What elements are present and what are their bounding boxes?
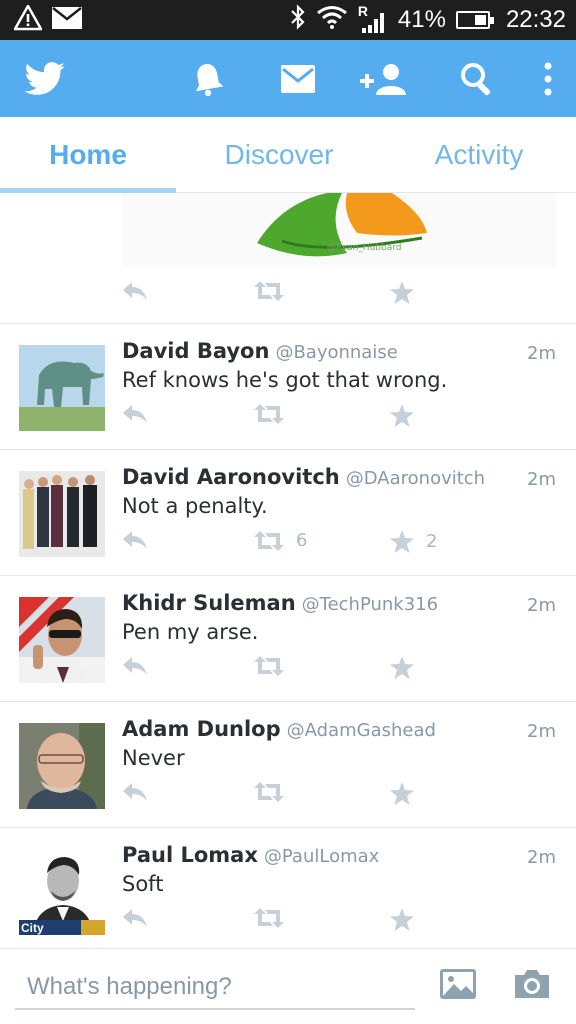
favorite-button[interactable] [390, 404, 426, 427]
tweet-actions [0, 656, 576, 686]
add-user-icon[interactable] [358, 40, 408, 117]
app-bar [0, 40, 576, 117]
author-handle: @PaulLomax [263, 846, 380, 867]
tweet-actions [0, 281, 576, 311]
author-handle: @AdamGashead [286, 720, 436, 741]
author-name: David Aaronovitch [122, 465, 340, 489]
tweet-author[interactable]: David Aaronovitch @DAaronovitch [122, 465, 485, 489]
tab-bar: Home Discover Activity [0, 117, 576, 193]
tab-home[interactable]: Home [0, 117, 176, 193]
author-name: Khidr Suleman [122, 591, 296, 615]
twitter-bird-icon[interactable] [22, 40, 68, 117]
tweet-timestamp: 2m [527, 343, 556, 364]
timeline[interactable]: @Ryan_Hubbard David Bayon @Bayonnaise 2m … [0, 193, 576, 948]
tweet-text: Never [122, 746, 185, 770]
tweet-timestamp: 2m [527, 847, 556, 868]
clock: 22:32 [505, 6, 566, 33]
tweet-actions: 6 2 [0, 530, 576, 560]
reply-button[interactable] [122, 908, 148, 928]
signal-icon: R [358, 3, 388, 33]
tweet-row[interactable]: Khidr Suleman @TechPunk316 2m Pen my arse… [0, 576, 576, 702]
tweet-text: Pen my arse. [122, 620, 259, 644]
retweet-button[interactable] [254, 782, 296, 802]
image-watermark: @Ryan_Hubbard [327, 243, 402, 253]
retweet-button[interactable] [254, 908, 296, 928]
favorite-button[interactable] [390, 656, 426, 679]
camera-icon[interactable] [512, 967, 552, 1001]
tweet-actions [0, 782, 576, 812]
retweet-button[interactable] [254, 404, 296, 424]
retweet-button[interactable] [254, 656, 296, 676]
tweet-author[interactable]: Adam Dunlop @AdamGashead [122, 717, 436, 741]
favorite-count: 2 [426, 531, 438, 552]
favorite-button[interactable] [390, 782, 426, 805]
search-icon[interactable] [458, 40, 496, 117]
author-name: Paul Lomax [122, 843, 258, 867]
tweet-text: Ref knows he's got that wrong. [122, 368, 448, 392]
tweet-actions [0, 908, 576, 938]
wifi-icon [316, 5, 348, 36]
reply-button[interactable] [122, 404, 148, 424]
favorite-button[interactable]: 2 [390, 530, 437, 553]
favorite-button[interactable] [390, 281, 414, 304]
tweet-author[interactable]: Khidr Suleman @TechPunk316 [122, 591, 438, 615]
author-handle: @DAaronovitch [345, 468, 486, 489]
tweet-author[interactable]: Paul Lomax @PaulLomax [122, 843, 379, 867]
retweet-button[interactable]: 6 [254, 530, 307, 551]
tweet-partial[interactable]: @Ryan_Hubbard [0, 193, 576, 324]
tweet-timestamp: 2m [527, 595, 556, 616]
tweet-author[interactable]: David Bayon @Bayonnaise [122, 339, 398, 363]
reply-button[interactable] [122, 782, 148, 802]
overflow-menu-icon[interactable] [538, 40, 558, 117]
messages-envelope-icon[interactable] [280, 40, 316, 117]
tweet-row[interactable]: David Aaronovitch @DAaronovitch 2m Not a … [0, 450, 576, 576]
author-handle: @TechPunk316 [301, 594, 439, 615]
author-name: David Bayon [122, 339, 270, 363]
compose-bar: What's happening? [0, 948, 576, 1024]
tweet-row[interactable]: Adam Dunlop @AdamGashead 2m Never [0, 702, 576, 828]
reply-button[interactable] [122, 281, 148, 301]
favorite-button[interactable] [390, 908, 426, 931]
mail-notification-icon [52, 7, 82, 33]
tab-activity[interactable]: Activity [382, 117, 576, 193]
tweet-row[interactable]: City Paul Lomax @PaulLomax 2m Soft [0, 828, 576, 948]
status-bar: R 41% 22:32 [0, 0, 576, 40]
bluetooth-icon [290, 3, 306, 37]
tweet-timestamp: 2m [527, 469, 556, 490]
add-photo-icon[interactable] [438, 967, 478, 1001]
retweet-button[interactable] [254, 281, 284, 301]
reply-button[interactable] [122, 656, 148, 676]
tab-discover[interactable]: Discover [176, 117, 382, 193]
author-name: Adam Dunlop [122, 717, 281, 741]
reply-button[interactable] [122, 530, 148, 550]
tweet-text: Soft [122, 872, 164, 896]
tweet-text: Not a penalty. [122, 494, 268, 518]
retweet-count: 6 [296, 530, 308, 551]
tweet-actions [0, 404, 576, 434]
compose-tweet-input[interactable]: What's happening? [15, 965, 415, 1010]
author-handle: @Bayonnaise [275, 342, 398, 363]
battery-percent: 41% [397, 6, 446, 33]
tweet-row[interactable]: David Bayon @Bayonnaise 2m Ref knows he's… [0, 324, 576, 450]
logo-image [257, 193, 427, 257]
tweet-image[interactable]: @Ryan_Hubbard [122, 193, 556, 267]
battery-icon [455, 11, 494, 29]
warning-icon [12, 3, 44, 35]
tweet-timestamp: 2m [527, 721, 556, 742]
notifications-bell-icon[interactable] [190, 40, 226, 117]
